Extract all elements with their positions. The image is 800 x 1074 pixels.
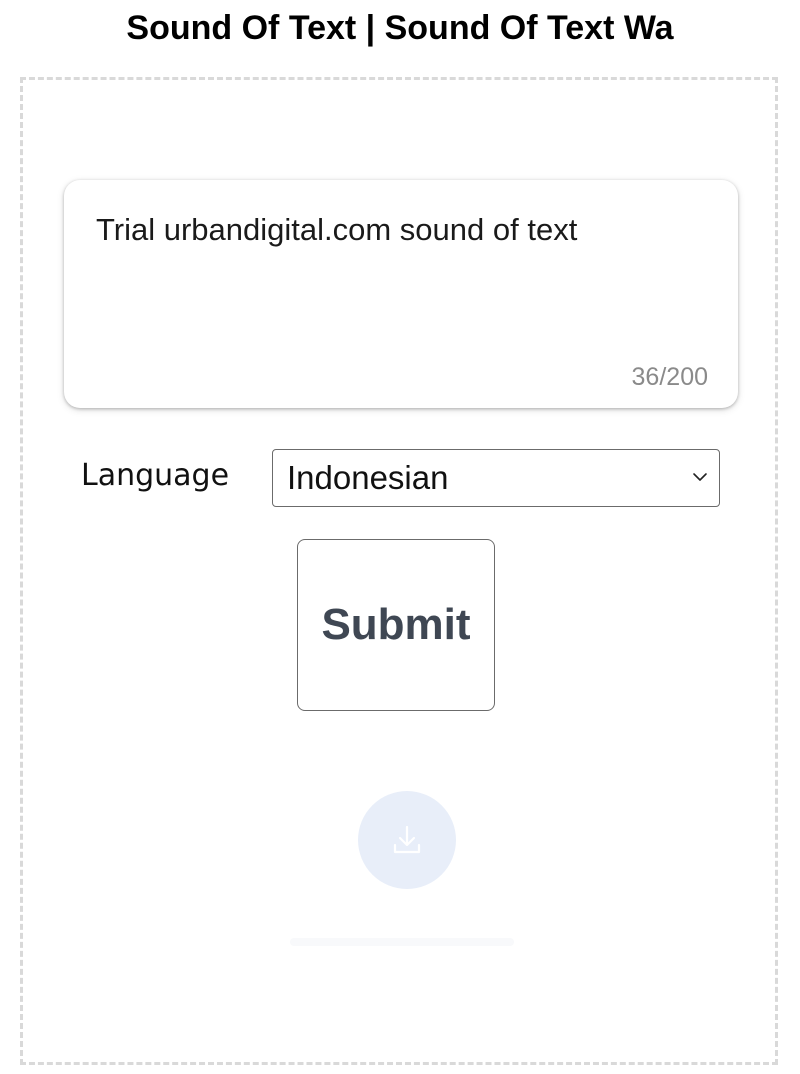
text-input[interactable]: Trial urbandigital.com sound of text	[96, 210, 696, 330]
language-select[interactable]: Indonesian	[272, 449, 720, 507]
submit-button[interactable]: Submit	[297, 539, 495, 711]
submit-label: Submit	[321, 600, 471, 649]
download-button[interactable]	[358, 791, 456, 889]
download-icon	[393, 825, 421, 854]
audio-placeholder-bar	[290, 938, 514, 946]
character-counter: 36/200	[631, 363, 708, 391]
chevron-down-icon	[693, 473, 707, 481]
language-selected-value: Indonesian	[287, 459, 449, 496]
text-input-card: Trial urbandigital.com sound of text 36/…	[64, 180, 738, 408]
language-label: Language	[81, 458, 230, 493]
page-title: Sound Of Text | Sound Of Text Wa	[126, 9, 674, 47]
